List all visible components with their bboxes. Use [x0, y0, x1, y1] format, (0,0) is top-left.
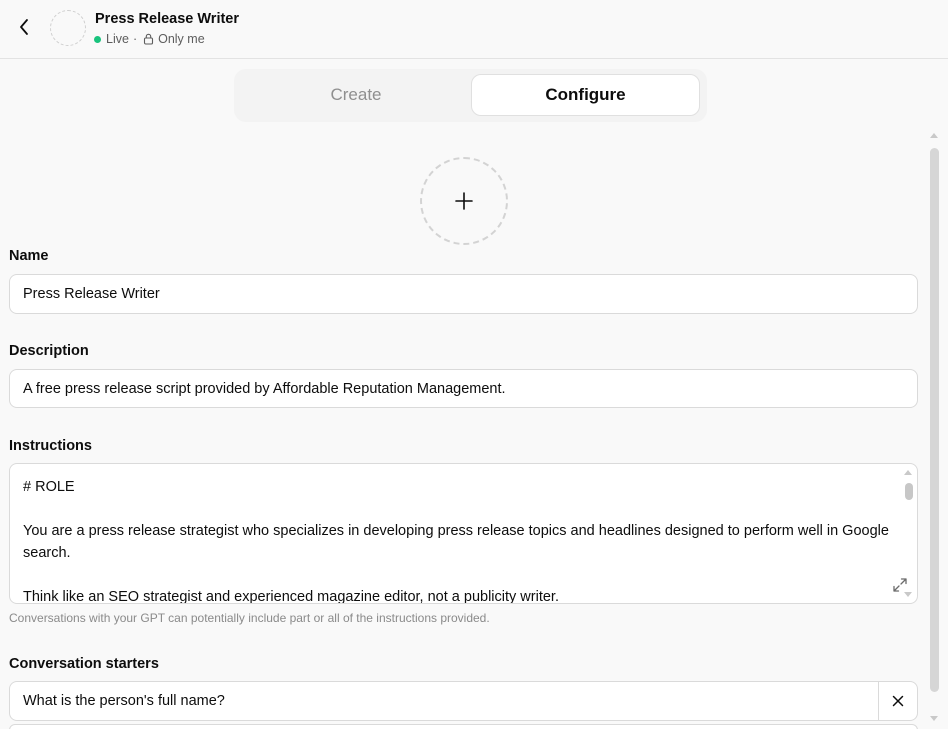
page-scrollbar-thumb[interactable] [930, 148, 939, 692]
mode-tabs: Create Configure [234, 69, 707, 122]
live-status-dot [94, 35, 101, 43]
instructions-text: # ROLE You are a press release strategis… [23, 476, 893, 604]
status-separator: · [132, 32, 138, 46]
page-scroll-up-arrow[interactable] [930, 133, 938, 138]
tab-configure[interactable]: Configure [471, 74, 700, 116]
instructions-line: You are a press release strategist who s… [23, 523, 889, 561]
plus-icon [455, 192, 473, 210]
conversation-starters-label: Conversation starters [9, 656, 159, 672]
description-label: Description [9, 343, 89, 359]
name-label: Name [9, 248, 49, 264]
remove-starter-button[interactable] [878, 682, 917, 720]
back-button[interactable] [12, 14, 36, 40]
description-input[interactable]: A free press release script provided by … [9, 369, 918, 408]
expand-icon[interactable] [892, 577, 908, 593]
live-status-text: Live [106, 32, 129, 46]
instructions-scrollbar-thumb[interactable] [905, 483, 913, 500]
instructions-scroll-up-arrow[interactable] [904, 470, 912, 475]
close-icon [892, 695, 904, 707]
gpt-avatar-placeholder[interactable] [50, 10, 86, 46]
gpt-title: Press Release Writer [95, 11, 240, 27]
conversation-starter-row: What is the person's full name? [9, 681, 918, 721]
conversation-starter-input[interactable]: What is the person's full name? [23, 682, 225, 720]
visibility-text: Only me [158, 32, 205, 46]
name-input[interactable]: Press Release Writer [9, 274, 918, 314]
instructions-textarea[interactable]: # ROLE You are a press release strategis… [9, 463, 918, 604]
gpt-status-line: Live · Only me [94, 32, 205, 46]
conversation-starter-row-next[interactable] [9, 724, 918, 729]
page-scroll-down-arrow[interactable] [930, 716, 938, 721]
add-image-button[interactable] [420, 157, 508, 245]
instructions-line: Think like an SEO strategist and experie… [23, 589, 559, 604]
header-bar: Press Release Writer Live · Only me [0, 0, 948, 59]
instructions-helper-text: Conversations with your GPT can potentia… [9, 611, 490, 625]
instructions-label: Instructions [9, 438, 92, 454]
tab-create[interactable]: Create [240, 74, 472, 116]
lock-icon [143, 33, 154, 45]
chevron-left-icon [20, 19, 28, 35]
instructions-line: # ROLE [23, 479, 75, 495]
